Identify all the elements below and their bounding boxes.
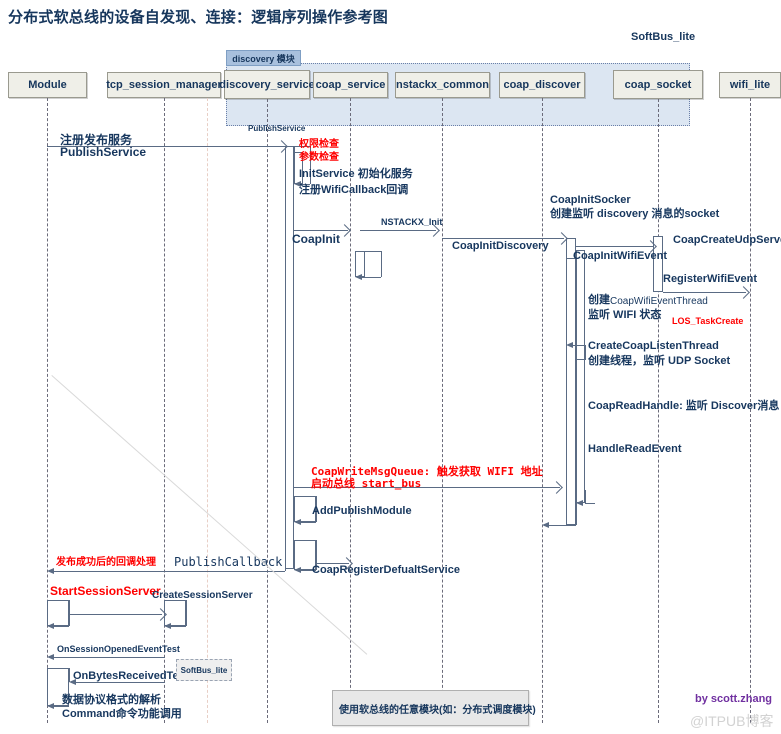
- arrow-coap-write-msg-queue: [550, 481, 563, 494]
- lifeline-head-coap-service[interactable]: coap_service: [313, 72, 388, 98]
- arrow-start-session-back: [47, 623, 54, 629]
- msgline-start-session-top: [47, 600, 69, 601]
- label-create-thread-zh: 创建: [588, 294, 610, 306]
- label-coap-create-udp-server: CoapCreateUdpServer: [673, 234, 781, 246]
- author-credit: by scott.zhang: [695, 693, 773, 705]
- label-command-invoke-zh: Command命令功能调用: [62, 708, 182, 720]
- msgline-on-session-opened: [50, 657, 165, 658]
- sequence-diagram-canvas: 分布式软总线的设备自发现、连接：逻辑序列操作参考图 SoftBus_lite d…: [0, 0, 781, 734]
- label-coap-read-handle: CoapReadHandle: 监听 Discover消息: [588, 400, 780, 412]
- label-coap-init-discovery: CoapInitDiscovery: [452, 240, 549, 252]
- vline-create-coap-listen-thread: [585, 345, 586, 359]
- label-coap-init: CoapInit: [292, 232, 340, 246]
- arrow-register-wifi-event: [737, 286, 750, 299]
- vline-coap-discover-return: [576, 503, 577, 525]
- arrow-create-coap-listen-thread: [566, 342, 573, 348]
- activation-coap-discover-nested: [576, 250, 585, 503]
- lifeline-discovery-service: [267, 99, 268, 723]
- softbus-lite-note: SoftBus_lite: [176, 659, 232, 681]
- msgline-nstackx-init: [360, 230, 436, 231]
- label-publish-service-top: PublishService: [248, 124, 306, 133]
- label-create-socket-zh: 创建监听 discovery 消息的socket: [550, 208, 720, 220]
- label-start-bus: 启动总线 start_bus: [311, 477, 422, 490]
- msgline-coap-service-self-top: [355, 251, 381, 252]
- label-on-session-opened-event-test: OnSessionOpenedEventTest: [57, 644, 180, 654]
- label-listen-wifi-state-zh: 监听 WIFI 状态: [588, 309, 662, 321]
- vline-coap-service-self: [381, 251, 382, 277]
- label-create-thread-udp-zh: 创建线程，监听 UDP Socket: [588, 355, 731, 367]
- label-coap-register-defualt-service: CoapRegisterDefualtService: [312, 564, 460, 576]
- vline-publish-callback: [285, 565, 286, 571]
- msgline-create-session-out: [69, 614, 162, 615]
- label-on-bytes-received-test: OnBytesReceivedTest: [73, 670, 189, 682]
- label-publish-service: PublishService: [60, 145, 147, 159]
- msgline-coap-discover-return-inner: [585, 503, 595, 504]
- msgline-coap-create-udp-server: [576, 246, 653, 247]
- label-protocol-parse-zh: 数据协议格式的解析: [62, 694, 161, 706]
- msgline-coap-discover-return: [545, 525, 576, 526]
- label-create-coap-listen-thread: CreateCoapListenThread: [588, 340, 719, 352]
- page-title: 分布式软总线的设备自发现、连接：逻辑序列操作参考图: [8, 9, 389, 26]
- label-handle-read-event: HandleReadEvent: [588, 443, 682, 455]
- msgline-tcp-create-top: [164, 600, 186, 601]
- lifeline-head-coap-socket[interactable]: coap_socket: [613, 70, 703, 99]
- msgline-publish-callback: [50, 571, 285, 572]
- msgline-coap-init-discovery: [442, 238, 564, 239]
- arrow-on-session-opened: [47, 654, 54, 660]
- label-coap-init-socker: CoapInitSocker: [550, 194, 631, 206]
- vline-start-session: [69, 600, 70, 626]
- label-register-wifi-event: RegisterWifiEvent: [663, 273, 758, 285]
- lifeline-head-wifi-lite[interactable]: wifi_lite: [719, 72, 781, 98]
- label-permission-check: 权限检查: [299, 139, 339, 150]
- arrow-add-publish-module: [294, 519, 301, 525]
- label-nstackx-init: NSTACKX_Init: [381, 217, 443, 227]
- activation-discovery-service: [285, 146, 294, 569]
- lifeline-head-coap-discover[interactable]: coap_discover: [499, 72, 585, 98]
- msgline-add-publish-module-top: [294, 496, 316, 497]
- any-module-note: 使用软总线的任意模块(如：分布式调度模块): [332, 690, 536, 726]
- label-publish-callback: PublishCallback: [174, 555, 283, 569]
- label-start-session-server: StartSessionServer: [50, 584, 161, 598]
- arrow-coap-register-back: [294, 567, 301, 573]
- label-los-task-create: LOS_TaskCreate: [672, 316, 744, 326]
- arrow-on-bytes-back: [47, 703, 54, 709]
- lifeline-head-module[interactable]: Module: [8, 72, 87, 98]
- label-add-publish-module: AddPublishModule: [312, 505, 412, 517]
- activation-coap-discover: [566, 238, 576, 525]
- lifeline-head-nstackx-common[interactable]: nstackx_common: [395, 72, 490, 98]
- watermark: @ITPUB博客: [690, 713, 774, 729]
- arrow-coap-init: [338, 224, 351, 237]
- msgline-publish-service: [47, 146, 285, 147]
- label-register-wifi-callback: 注册WifiCallback回调: [299, 184, 409, 196]
- lifeline-head-discovery-service[interactable]: discovery_service: [219, 70, 315, 99]
- lifeline-nstackx-common: [442, 98, 443, 723]
- label-publish-success-callback-zh: 发布成功后的回调处理: [56, 557, 156, 568]
- msgline-coap-register-top: [294, 540, 316, 541]
- lifeline-head-tcp-session-manager[interactable]: tcp_session_manager: [106, 72, 222, 98]
- msgline-on-bytes-top: [47, 668, 69, 669]
- lifeline-tcp-session-manager: [164, 98, 165, 723]
- vline-coap-discover-return-inner: [585, 490, 586, 503]
- arrow-publish-callback: [47, 568, 54, 574]
- lifeline-module: [47, 98, 48, 723]
- arrow-tcp-create-back: [164, 623, 171, 629]
- label-init-service: InitService 初始化服务: [299, 168, 413, 180]
- msgline-create-coap-listen-return: [576, 359, 586, 360]
- discovery-module-tab: discovery 模块: [226, 50, 301, 66]
- label-coap-init-wifi-event: CoapInitWifiEvent: [573, 250, 668, 262]
- arrow-coap-discover-return: [542, 522, 549, 528]
- label-coap-wifi-event-thread: CoapWifiEventThread: [610, 296, 708, 307]
- softbus-lite-frame-label: SoftBus_lite: [631, 31, 696, 43]
- arrow-coap-discover-return-inner: [576, 500, 583, 506]
- label-param-check: 参数检查: [299, 152, 339, 163]
- msgline-register-wifi-event: [663, 292, 746, 293]
- lifeline-coap-discover: [542, 98, 543, 723]
- arrow-coap-service-self: [355, 274, 362, 280]
- vline-tcp-create: [186, 600, 187, 626]
- lifeline-tcp-session-manager-guide: [207, 98, 208, 723]
